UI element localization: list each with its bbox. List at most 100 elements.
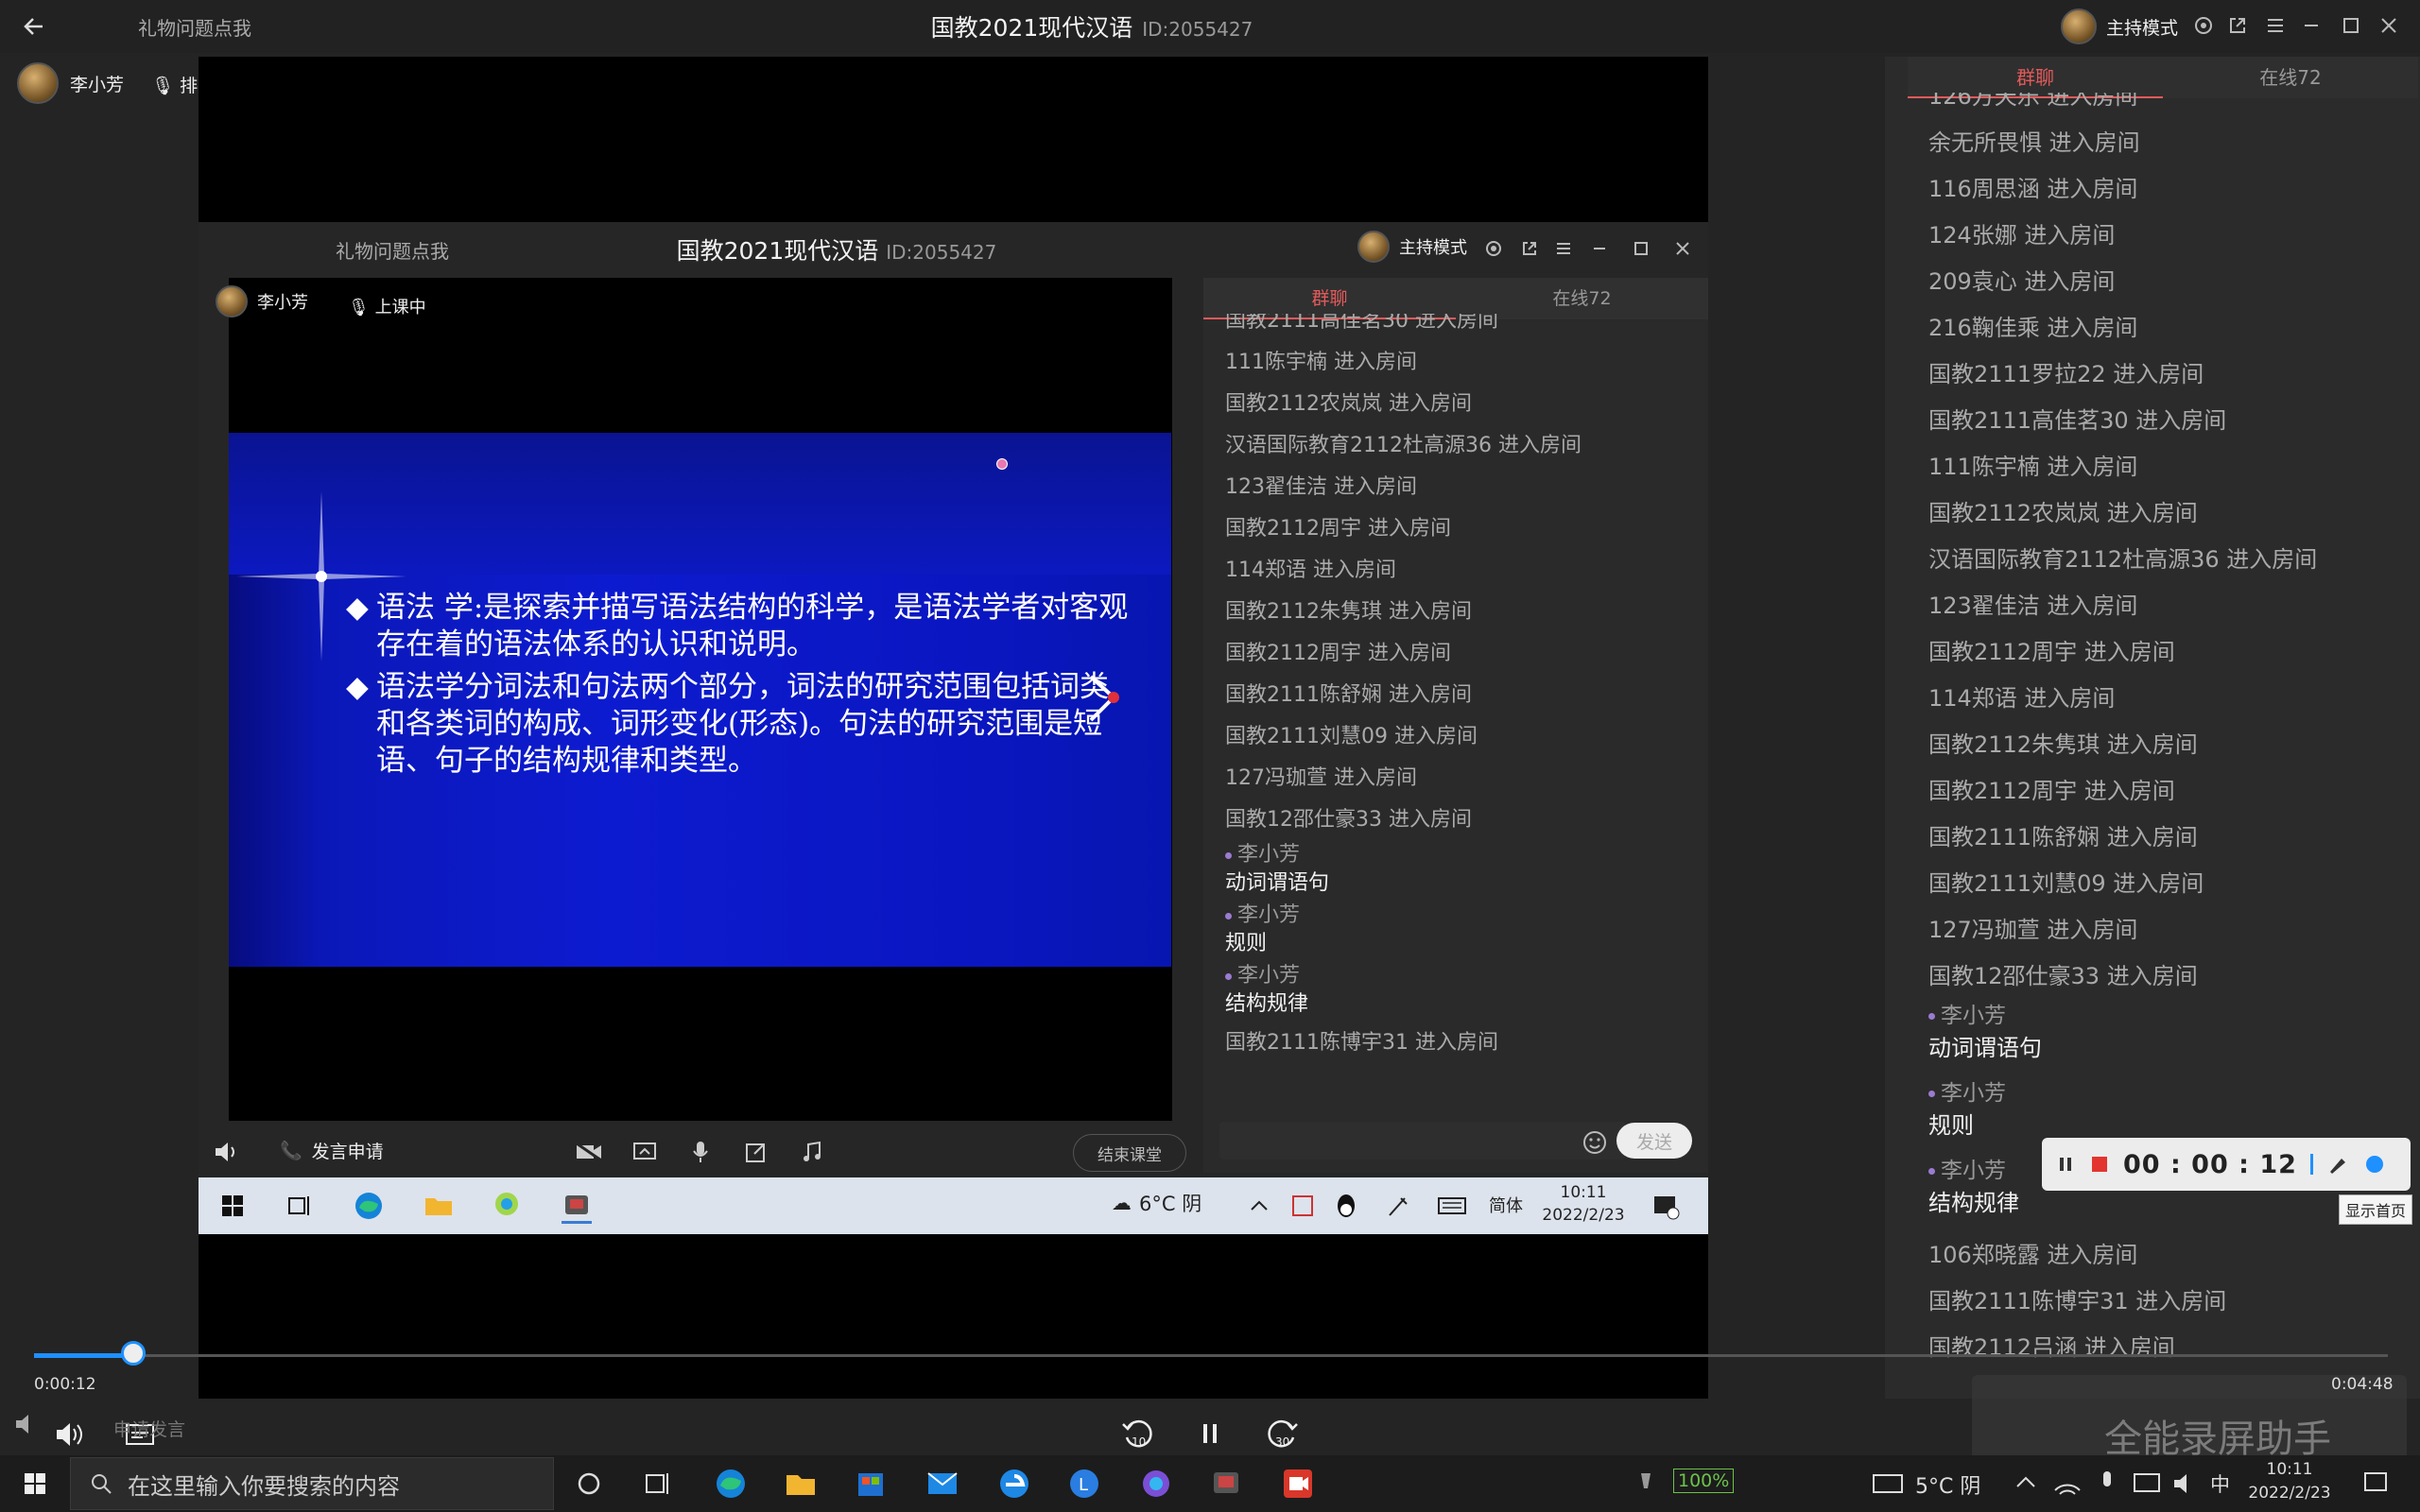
message-sender-name: 李小芳 [1237,964,1301,988]
host-mode-label: 主持模式 [2106,17,2179,39]
inner-close-icon [1669,235,1696,262]
end-class-button: 结束课堂 [1073,1134,1186,1172]
system-message: 123翟佳洁 进入房间 [1928,593,2138,619]
inner-host-mode: 主持模式 [1357,231,1467,263]
cloud-icon: ☁ [1112,1192,1132,1214]
display-icon[interactable] [2125,1462,2169,1505]
inner-emoji-icon [1581,1128,1609,1157]
system-message: 国教2111陈舒娴 进入房间 [1225,683,1472,707]
system-message: 国教2112朱隽琪 进入房间 [1928,731,2198,758]
store-icon[interactable] [849,1462,892,1505]
system-message: 国教2112朱隽琪 进入房间 [1225,600,1472,624]
slide-dot [996,458,1008,470]
search-placeholder: 在这里输入你要搜索的内容 [128,1472,400,1500]
volume-tray-icon[interactable] [2165,1462,2208,1505]
system-clock[interactable]: 10:11 2022/2/23 [2233,1458,2346,1505]
system-message: 106郑晓露 进入房间 [1928,1242,2138,1268]
room-title: 国教2021现代汉语 [930,14,1133,42]
rewind-10-button[interactable]: 10 [1117,1413,1159,1454]
windows-start-icon[interactable] [13,1462,57,1505]
edge-legacy-icon[interactable] [993,1462,1036,1505]
inner-weather-label: 6°C 阴 [1139,1193,1202,1215]
ime-lang-indicator[interactable]: 中 [2210,1469,2230,1498]
pause-button[interactable] [1189,1413,1231,1454]
message-list[interactable]: 126方天乐 进入房间 余无所畏惧 进入房间 116周思涵 进入房间 124张娜 进入… [1928,93,2401,1387]
system-message: 国教2111陈博宇31 进入房间 [1225,1031,1498,1055]
cortana-icon[interactable] [567,1462,611,1505]
classroom-app-icon[interactable] [1204,1462,1248,1505]
popout-icon[interactable] [2223,11,2252,40]
avatar [17,62,59,104]
edge-icon[interactable] [709,1462,752,1505]
keyboard-icon[interactable] [1868,1462,1911,1505]
tencent-app-icon[interactable] [1134,1462,1178,1505]
home-toggle-icon[interactable] [2362,1152,2387,1177]
message-text: 结构规律 [1928,1190,2019,1216]
file-explorer-icon[interactable] [779,1462,822,1505]
inner-clock-date: 2022/2/23 [1542,1206,1625,1225]
pause-record-icon[interactable] [2055,1154,2076,1175]
speaker-icon [210,1136,242,1168]
inner-qq-icon [1338,1194,1355,1217]
mic-icon: 🎙 [348,298,370,318]
inner-clock-time: 10:11 [1560,1183,1607,1202]
inner-chat-input [1219,1122,1626,1160]
maximize-icon[interactable] [2337,11,2365,40]
volume-icon[interactable] [49,1416,91,1453]
system-message: 余无所畏惧 进入房间 [1928,129,2140,156]
video-recorder-icon[interactable] [1276,1462,1320,1505]
inner-windows-start-icon [222,1195,243,1216]
host-mode-toggle[interactable]: 主持模式 [2061,8,2178,45]
chevron-up-icon[interactable] [2004,1462,2048,1505]
user-dot-icon [1928,1091,1935,1097]
inner-clock: 10:11 2022/2/23 [1541,1181,1626,1227]
network-icon[interactable] [2046,1462,2089,1505]
system-message: 国教12邵仕豪33 进入房间 [1225,808,1472,832]
inner-popout-icon [1516,235,1543,262]
rewind-10-label: 10 [1132,1435,1146,1449]
minimize-icon[interactable] [2297,11,2325,40]
mail-icon[interactable] [921,1462,964,1505]
slide-text: ◆ 语法 学:是探索并描写语法结构的科学，是语法学者对客观存在着的语法体系的认识… [346,590,1131,785]
user-dot-icon [1225,972,1232,980]
tray-weather[interactable]: 5°C 阴 [1915,1469,1980,1500]
user-dot-icon [1225,851,1232,859]
svg-text:L: L [1079,1475,1088,1495]
battery-indicator[interactable]: 100% [1673,1469,1735,1493]
menu-icon[interactable] [2261,11,2290,40]
message-sender: 李小芳 [1225,841,1698,869]
action-center-icon[interactable] [2354,1462,2397,1505]
inner-host-mode-label: 主持模式 [1399,238,1467,258]
playback-progress-track[interactable] [34,1354,2388,1357]
message-sender: 李小芳 [1928,1000,2401,1032]
close-icon[interactable] [2375,11,2403,40]
record-timer: 00 : 00 : 12 [2123,1149,2297,1179]
recorder-tooltip: 显示首页 [2339,1194,2413,1225]
task-view-icon[interactable] [635,1462,679,1505]
playback-progress-handle[interactable] [121,1341,146,1366]
forward-30-button[interactable]: 30 [1261,1413,1303,1454]
lenovo-app-icon[interactable]: L [1063,1462,1106,1505]
system-message: 114郑语 进入房间 [1225,558,1396,582]
inner-message-scroll: 国教2111高佳茗30 进入房间 111陈宇楠 进入房间 国教2112农岚岚 进入房… [1225,314,1698,1064]
message-sender-name: 李小芳 [1237,843,1301,867]
inner-maximize-icon [1628,235,1654,262]
user-dot-icon [1928,1168,1935,1175]
system-message: 国教2112周宇 进入房间 [1928,778,2175,804]
system-message: 127冯珈萱 进入房间 [1225,766,1417,790]
mic-tray-icon[interactable] [2085,1462,2129,1505]
taskbar-search-box[interactable]: 在这里输入你要搜索的内容 [70,1457,554,1510]
settings-icon[interactable] [2189,11,2218,40]
message-sender: 李小芳 [1225,902,1698,930]
system-message: 国教2112周宇 进入房间 [1225,517,1451,541]
mic-icon: 🎙 [151,76,175,96]
system-message: 国教2112农岚岚 进入房间 [1225,392,1472,416]
stop-record-icon[interactable] [2089,1154,2110,1175]
slide-bullet-text: 语法学分词法和句法两个部分，词法的研究范围包括词类和各类词的构成、词形变化(形态… [376,670,1109,778]
class-status: 🎙 上课中 [348,294,426,318]
message-text: 结构规律 [1225,992,1309,1016]
brush-icon[interactable] [2326,1153,2349,1176]
inner-chevron-up-icon [1251,1200,1268,1211]
clock-time: 10:11 [2266,1460,2313,1479]
system-message: 汉语国际教育2112杜高源36 进入房间 [1225,434,1582,457]
